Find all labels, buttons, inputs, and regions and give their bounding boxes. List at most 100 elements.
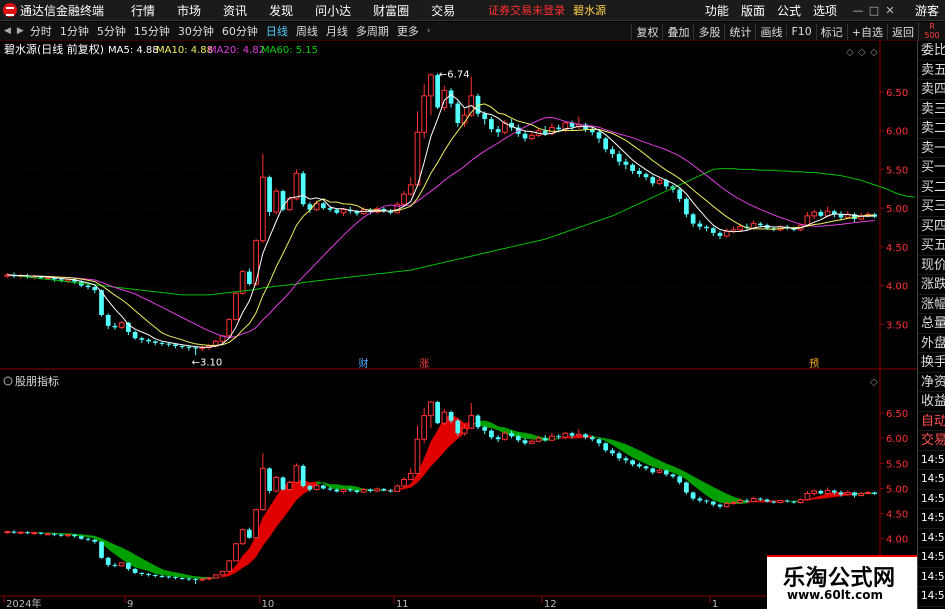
candle bbox=[132, 332, 138, 339]
overlay-button[interactable]: 叠加 bbox=[662, 23, 693, 40]
menu-options[interactable]: 选项 bbox=[807, 2, 843, 19]
adjust-button[interactable]: 复权 bbox=[631, 23, 662, 40]
menu-function[interactable]: 功能 bbox=[699, 2, 735, 19]
tick-time-1: 14:56 bbox=[918, 451, 945, 470]
sidebar-item-bid4: 买四 bbox=[918, 217, 945, 236]
chart-area[interactable]: 6.50 6.00 5.50 5.00 4.50 4.00 3.50 6.50 6.00 5.50… bbox=[0, 41, 917, 609]
ind-candle bbox=[791, 501, 797, 503]
candle bbox=[179, 345, 185, 347]
watermark: 乐淘公式网 www.60lt.com bbox=[767, 555, 917, 609]
mark-button[interactable]: 标记 bbox=[815, 23, 847, 40]
period-intraday[interactable]: 分时 bbox=[26, 23, 56, 39]
ind-candle bbox=[219, 570, 226, 576]
tick-time-2: 14:56 bbox=[918, 470, 945, 490]
period-1min[interactable]: 1分钟 bbox=[56, 23, 93, 39]
candle bbox=[603, 138, 609, 150]
forward-arrow-icon[interactable]: ▶ bbox=[17, 26, 24, 36]
return-button[interactable]: 返回 bbox=[887, 23, 918, 40]
ind-candle bbox=[320, 485, 326, 489]
ind-candle bbox=[650, 468, 656, 473]
menu-discover[interactable]: 发现 bbox=[258, 2, 304, 19]
period-30min[interactable]: 30分钟 bbox=[174, 23, 218, 39]
ind-candle bbox=[757, 498, 763, 500]
ind-candle bbox=[656, 469, 663, 473]
ind-candle bbox=[852, 492, 857, 496]
ind-candle bbox=[139, 572, 145, 574]
ind-candle bbox=[482, 427, 488, 431]
max-price-label: ←6.74 bbox=[439, 69, 470, 80]
auto-button[interactable]: 自动 bbox=[918, 412, 945, 431]
ribbon-segment bbox=[242, 547, 250, 568]
ind-candle bbox=[212, 574, 219, 579]
menu-quotes[interactable]: 行情 bbox=[120, 2, 166, 19]
period-more[interactable]: 更多 bbox=[393, 23, 423, 39]
menu-wealth-circle[interactable]: 财富圈 bbox=[362, 2, 420, 19]
ribbon-segment bbox=[195, 576, 203, 580]
period-multi[interactable]: 多周期 bbox=[352, 23, 393, 39]
stats-button[interactable]: 统计 bbox=[724, 23, 755, 40]
ribbon-segment bbox=[269, 495, 277, 538]
menu-ask-xiaoda[interactable]: 问小达 bbox=[304, 2, 362, 19]
close-icon[interactable]: ✕ bbox=[883, 4, 897, 18]
ind-diamond-icon: ◇ bbox=[870, 377, 878, 388]
candle bbox=[623, 161, 629, 165]
f10-button[interactable]: F10 bbox=[786, 25, 815, 38]
ind-candle bbox=[38, 532, 44, 534]
period-daily[interactable]: 日线 bbox=[262, 23, 292, 39]
ribbon-segment bbox=[639, 450, 647, 465]
trade-login-alert[interactable]: 证券交易未登录 bbox=[488, 2, 565, 18]
candle bbox=[596, 132, 602, 139]
ind-candle bbox=[118, 562, 125, 567]
rs-indicator[interactable]: R 500 bbox=[918, 22, 945, 41]
main-chart-header: 碧水源(日线 前复权) MA5: 4.88 MA10: 4.88 MA20: 4… bbox=[4, 42, 318, 56]
right-menu: 功能 版面 公式 选项 — □ ✕ 游客 bbox=[699, 0, 945, 21]
ind-candle bbox=[575, 433, 582, 437]
draw-line-button[interactable]: 画线 bbox=[755, 23, 786, 40]
ind-candle bbox=[65, 534, 71, 537]
ind-candle bbox=[435, 402, 440, 424]
trade-button[interactable]: 交易 bbox=[918, 431, 945, 451]
period-15min[interactable]: 15分钟 bbox=[130, 23, 174, 39]
ribbon-segment bbox=[134, 554, 143, 570]
minimize-icon[interactable]: — bbox=[851, 4, 865, 18]
multi-stock-button[interactable]: 多股 bbox=[693, 23, 724, 40]
ind-tick-label: 4.50 bbox=[886, 510, 908, 521]
back-arrow-icon[interactable]: ◀ bbox=[4, 26, 11, 36]
candle bbox=[85, 285, 91, 288]
ind-candle bbox=[354, 490, 360, 493]
period-monthly[interactable]: 月线 bbox=[322, 23, 352, 39]
ribbon-segment bbox=[430, 429, 438, 467]
ribbon-segment bbox=[712, 486, 721, 503]
ind-candle bbox=[865, 492, 871, 495]
tick-time-8: 14:56 bbox=[918, 587, 945, 607]
ind-tick-label: 6.00 bbox=[886, 434, 908, 445]
sidebar-item-bid3: 买三 bbox=[918, 197, 945, 217]
ind-candle bbox=[44, 533, 51, 536]
period-5min[interactable]: 5分钟 bbox=[93, 23, 130, 39]
chevron-right-icon[interactable]: › bbox=[427, 26, 431, 36]
ribbon-segment bbox=[168, 570, 176, 577]
menu-trade[interactable]: 交易 bbox=[420, 2, 466, 19]
ind-candle bbox=[179, 577, 185, 579]
candle bbox=[173, 344, 178, 346]
add-watchlist-button[interactable]: +自选 bbox=[846, 23, 887, 40]
candle bbox=[253, 240, 259, 285]
kline-svg[interactable]: 6.50 6.00 5.50 5.00 4.50 4.00 3.50 6.50 6.00 5.50… bbox=[0, 41, 917, 609]
ind-candle bbox=[535, 437, 542, 442]
indicator-settings-icon[interactable] bbox=[3, 376, 13, 386]
ind-tick-label: 5.00 bbox=[886, 484, 908, 495]
menu-layout[interactable]: 版面 bbox=[735, 2, 771, 19]
guest-user[interactable]: 游客 bbox=[915, 2, 939, 19]
menu-news[interactable]: 资讯 bbox=[212, 2, 258, 19]
maximize-icon[interactable]: □ bbox=[867, 4, 881, 18]
period-60min[interactable]: 60分钟 bbox=[218, 23, 262, 39]
ind-candle bbox=[280, 477, 286, 490]
ind-candle bbox=[233, 543, 239, 562]
ind-candle bbox=[58, 534, 64, 536]
period-weekly[interactable]: 周线 bbox=[292, 23, 322, 39]
menu-market[interactable]: 市场 bbox=[166, 2, 212, 19]
candle bbox=[818, 212, 824, 216]
date-tick-label: 2024年 bbox=[6, 597, 41, 609]
menu-formula[interactable]: 公式 bbox=[771, 2, 807, 19]
ribbon-segment bbox=[423, 441, 432, 476]
